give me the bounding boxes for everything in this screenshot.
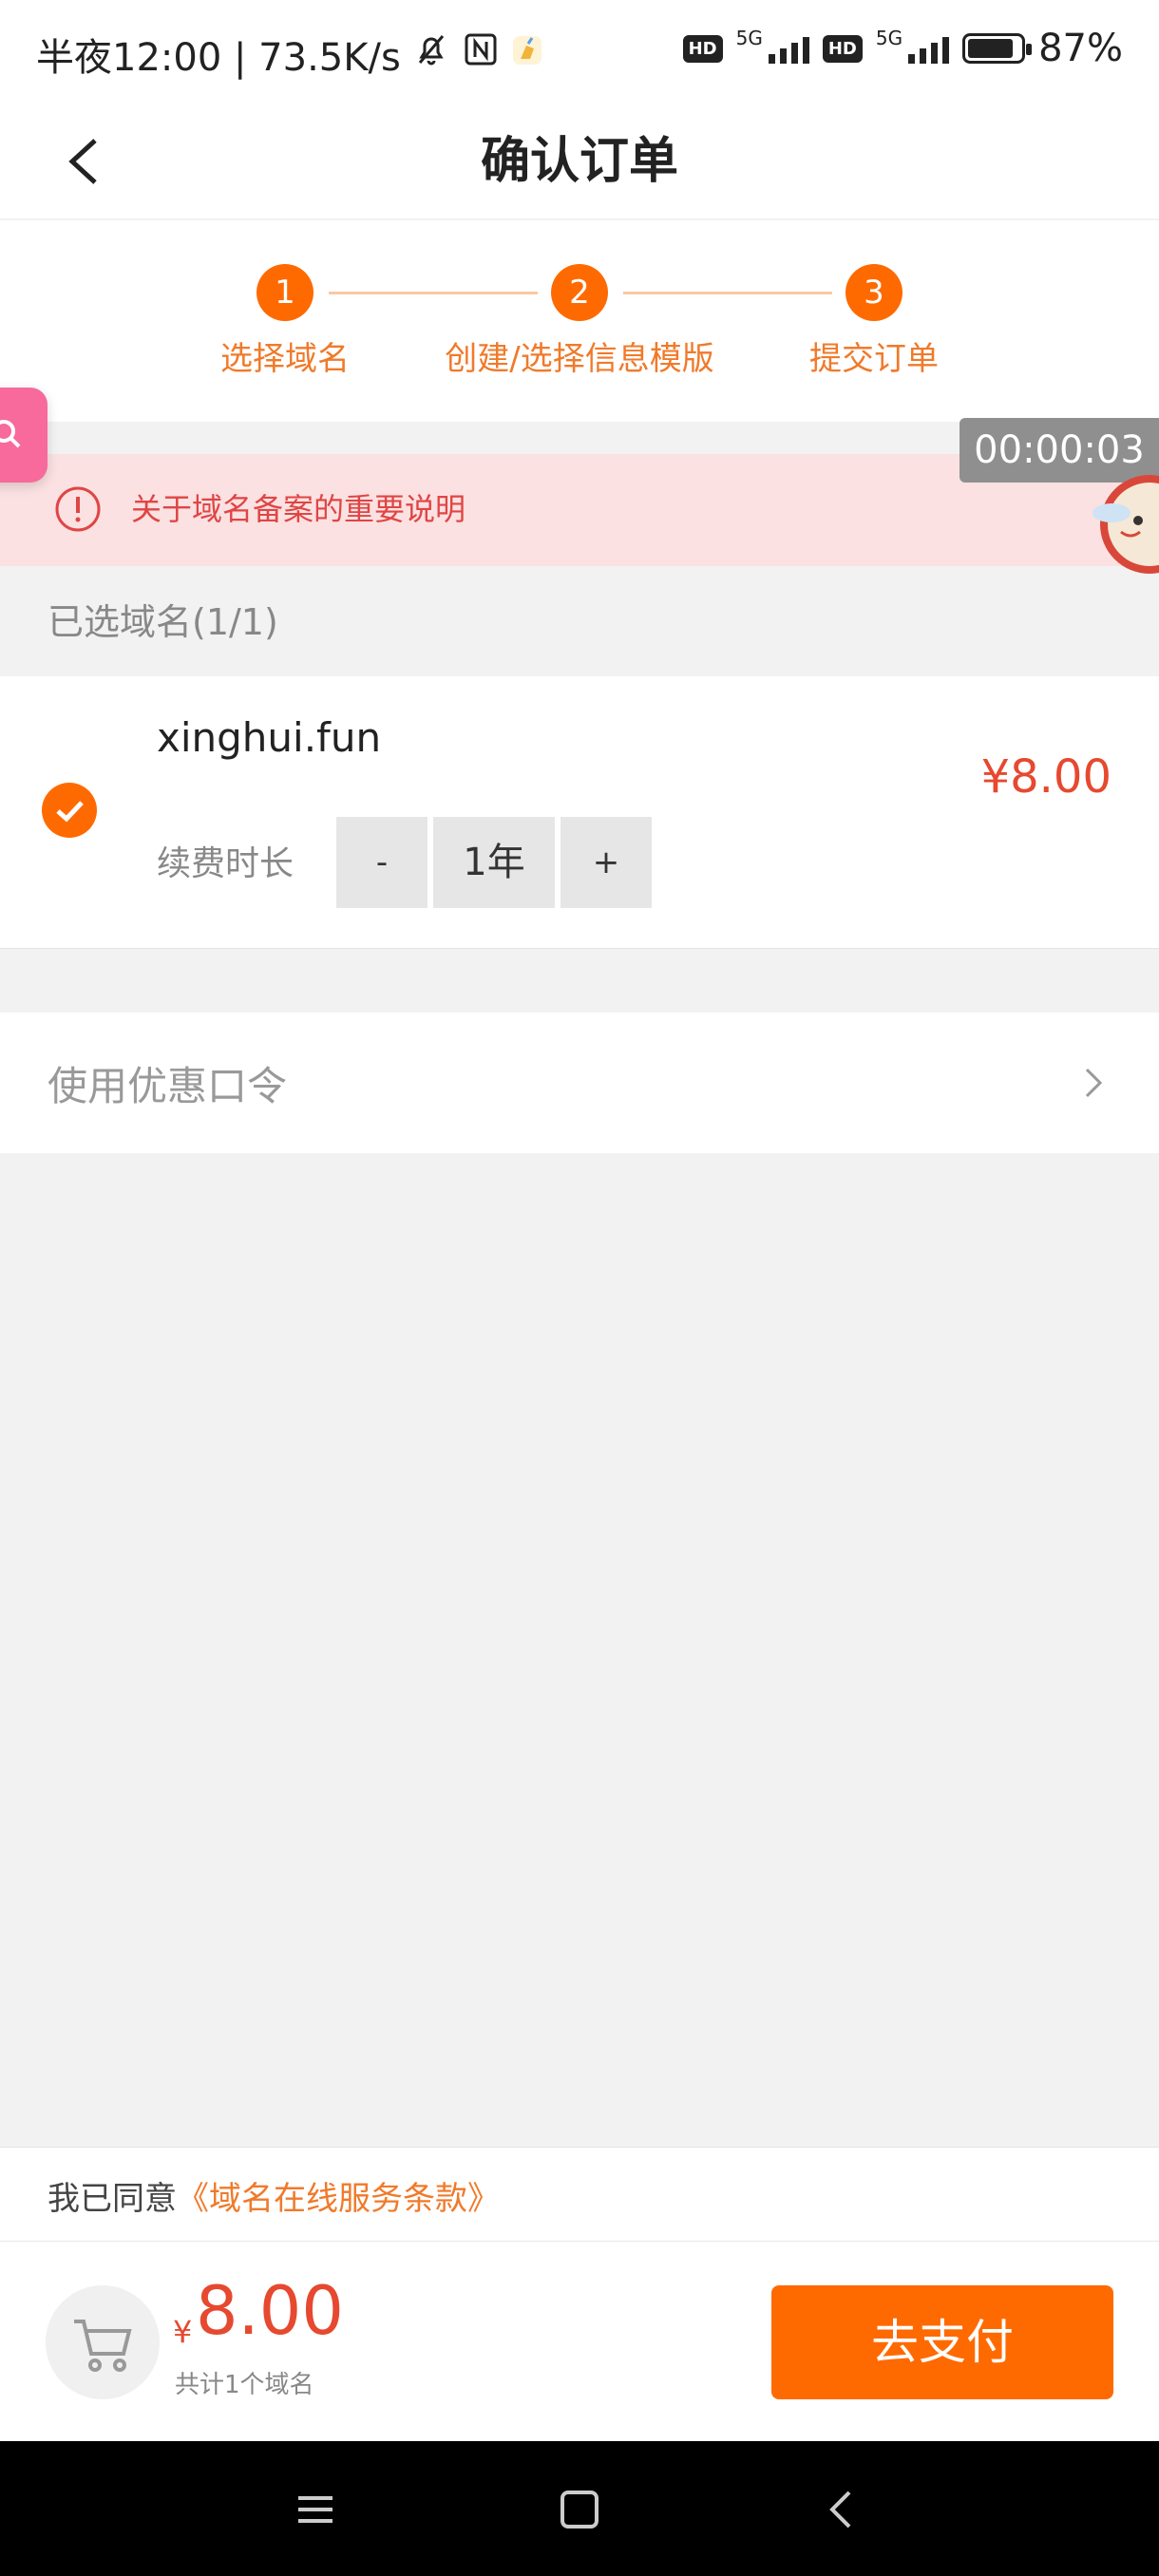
hd-badge-1: HD	[682, 34, 723, 63]
status-left: 半夜12:00 | 73.5K/s	[36, 27, 543, 82]
mascot-icon[interactable]	[1083, 465, 1159, 589]
page-title: 确认订单	[480, 133, 678, 190]
total-amount: 8.00	[196, 2272, 344, 2350]
pay-bar: ¥ 8.00 共计1个域名 去支付	[0, 2242, 1159, 2441]
header: 确认订单	[0, 104, 1159, 218]
bell-muted-icon	[412, 30, 450, 78]
stepper-minus-button[interactable]: -	[336, 817, 428, 908]
system-nav-bar	[0, 2441, 1159, 2576]
step-2-number: 2	[551, 264, 608, 321]
renew-duration-label: 续费时长	[157, 844, 294, 883]
domain-item: xinghui.fun 续费时长 - 1年 + ¥8.00	[0, 676, 1159, 949]
agreement-text: 我已同意《域名在线服务条款》	[48, 2172, 500, 2219]
cleaner-app-icon	[511, 32, 543, 76]
stepper-value[interactable]: 1年	[433, 817, 555, 908]
step-connector	[623, 292, 832, 294]
network-type-2: 5G	[875, 27, 903, 49]
status-bar: 半夜12:00 | 73.5K/s HD 5G HD 5G 87%	[0, 0, 1159, 104]
chevron-right-icon	[1074, 1064, 1112, 1102]
check-icon	[56, 801, 84, 823]
floating-search-button[interactable]	[0, 388, 48, 483]
step-1-number: 1	[256, 264, 314, 321]
step-3-number: 3	[846, 264, 902, 321]
hd-badge-2: HD	[822, 34, 863, 63]
battery-percent: 87%	[1038, 27, 1123, 70]
stepper-plus-button[interactable]: +	[560, 817, 652, 908]
menu-icon[interactable]	[287, 2481, 344, 2538]
total-currency: ¥	[173, 2314, 193, 2350]
cart-icon	[74, 2320, 132, 2372]
alert-circle-icon	[53, 484, 103, 534]
step-3-label: 提交订单	[809, 340, 939, 378]
terms-link[interactable]: 《域名在线服务条款》	[177, 2180, 500, 2218]
home-icon[interactable]	[551, 2481, 608, 2538]
cart-button[interactable]	[46, 2285, 160, 2399]
coupon-row[interactable]: 使用优惠口令	[0, 1013, 1159, 1153]
network-type-1: 5G	[735, 27, 763, 49]
domain-price: ¥8.00	[980, 750, 1112, 804]
battery-icon	[962, 33, 1033, 64]
total-count: 共计1个域名	[175, 2371, 314, 2399]
nfc-icon	[462, 30, 500, 78]
step-1-label: 选择域名	[220, 340, 350, 378]
coupon-label: 使用优惠口令	[48, 1063, 288, 1109]
step-2-label: 创建/选择信息模版	[445, 340, 714, 378]
signal-icon-2	[908, 33, 950, 64]
back-nav-icon[interactable]	[813, 2481, 870, 2538]
selected-domains-label: 已选域名(1/1)	[48, 601, 278, 643]
signal-icon-1	[768, 33, 809, 64]
notice-text: 关于域名备案的重要说明	[131, 491, 466, 527]
pay-button[interactable]: 去支付	[771, 2285, 1113, 2399]
status-time-speed: 半夜12:00 | 73.5K/s	[36, 36, 401, 80]
status-right: HD 5G HD 5G 87%	[682, 27, 1123, 70]
agreement-bar: 我已同意《域名在线服务条款》	[0, 2147, 1159, 2242]
domain-name: xinghui.fun	[157, 714, 382, 761]
domain-checkbox[interactable]	[42, 783, 97, 838]
step-indicator: 1 2 3 选择域名 创建/选择信息模版 提交订单	[0, 220, 1159, 422]
agreement-prefix: 我已同意	[48, 2180, 177, 2218]
search-icon	[0, 420, 21, 448]
step-connector	[329, 292, 538, 294]
